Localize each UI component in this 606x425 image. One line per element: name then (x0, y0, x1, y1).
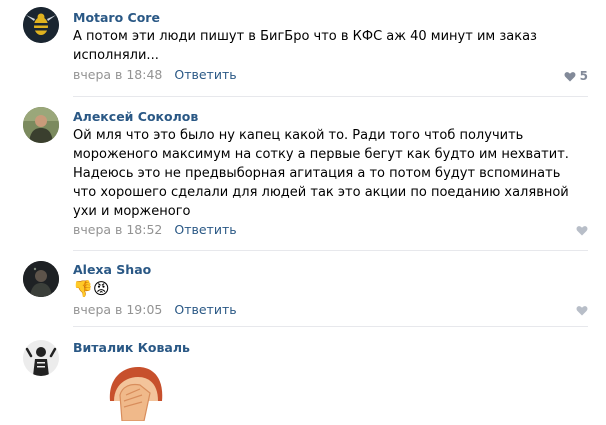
reply-button[interactable]: Ответить (174, 222, 236, 237)
heart-icon (576, 226, 588, 236)
comment-author[interactable]: Alexa Shao (73, 262, 151, 277)
avatar[interactable] (23, 7, 59, 43)
comment-time[interactable]: вчера в 18:52 (73, 222, 162, 237)
comment-meta: вчера в 18:48 Ответить (73, 67, 237, 82)
comment-time[interactable]: вчера в 19:05 (73, 302, 162, 317)
like-button[interactable] (576, 305, 588, 316)
comment-author[interactable]: Алексей Соколов (73, 109, 198, 124)
like-button[interactable]: 5 (564, 69, 588, 83)
wasp-logo-icon (23, 7, 59, 43)
comment-meta: вчера в 18:52 Ответить (73, 222, 237, 237)
person-photo-icon (23, 107, 59, 143)
heart-icon (564, 71, 576, 81)
comment-text: 👎😡 (73, 279, 110, 298)
comment-author[interactable]: Виталик Коваль (73, 340, 190, 355)
avatar[interactable] (23, 261, 59, 297)
comment-item: Motaro Core А потом эти люди пишут в Биг… (0, 0, 606, 97)
reply-button[interactable]: Ответить (174, 302, 236, 317)
avatar[interactable] (23, 107, 59, 143)
comment-item: Виталик Коваль (0, 327, 606, 422)
skeleton-avatar-icon (23, 340, 59, 376)
avatar[interactable] (23, 340, 59, 376)
comment-item: Alexa Shao 👎😡 вчера в 19:05 Ответить (0, 252, 606, 327)
person-dark-photo-icon (23, 261, 59, 297)
divider (73, 250, 588, 251)
comment-text: Ой мля что это было ну капец какой то. Р… (73, 128, 569, 219)
comment-text: А потом эти люди пишут в БигБро что в КФ… (73, 29, 537, 63)
facepalm-sticker (104, 365, 168, 422)
like-button[interactable] (576, 225, 588, 236)
comment-time[interactable]: вчера в 18:48 (73, 67, 162, 82)
like-count: 5 (579, 69, 588, 83)
comment-item: Алексей Соколов Ой мля что это было ну к… (0, 97, 606, 252)
comment-author[interactable]: Motaro Core (73, 10, 160, 25)
comment-meta: вчера в 19:05 Ответить (73, 302, 237, 317)
reply-button[interactable]: Ответить (174, 67, 236, 82)
heart-icon (576, 306, 588, 316)
